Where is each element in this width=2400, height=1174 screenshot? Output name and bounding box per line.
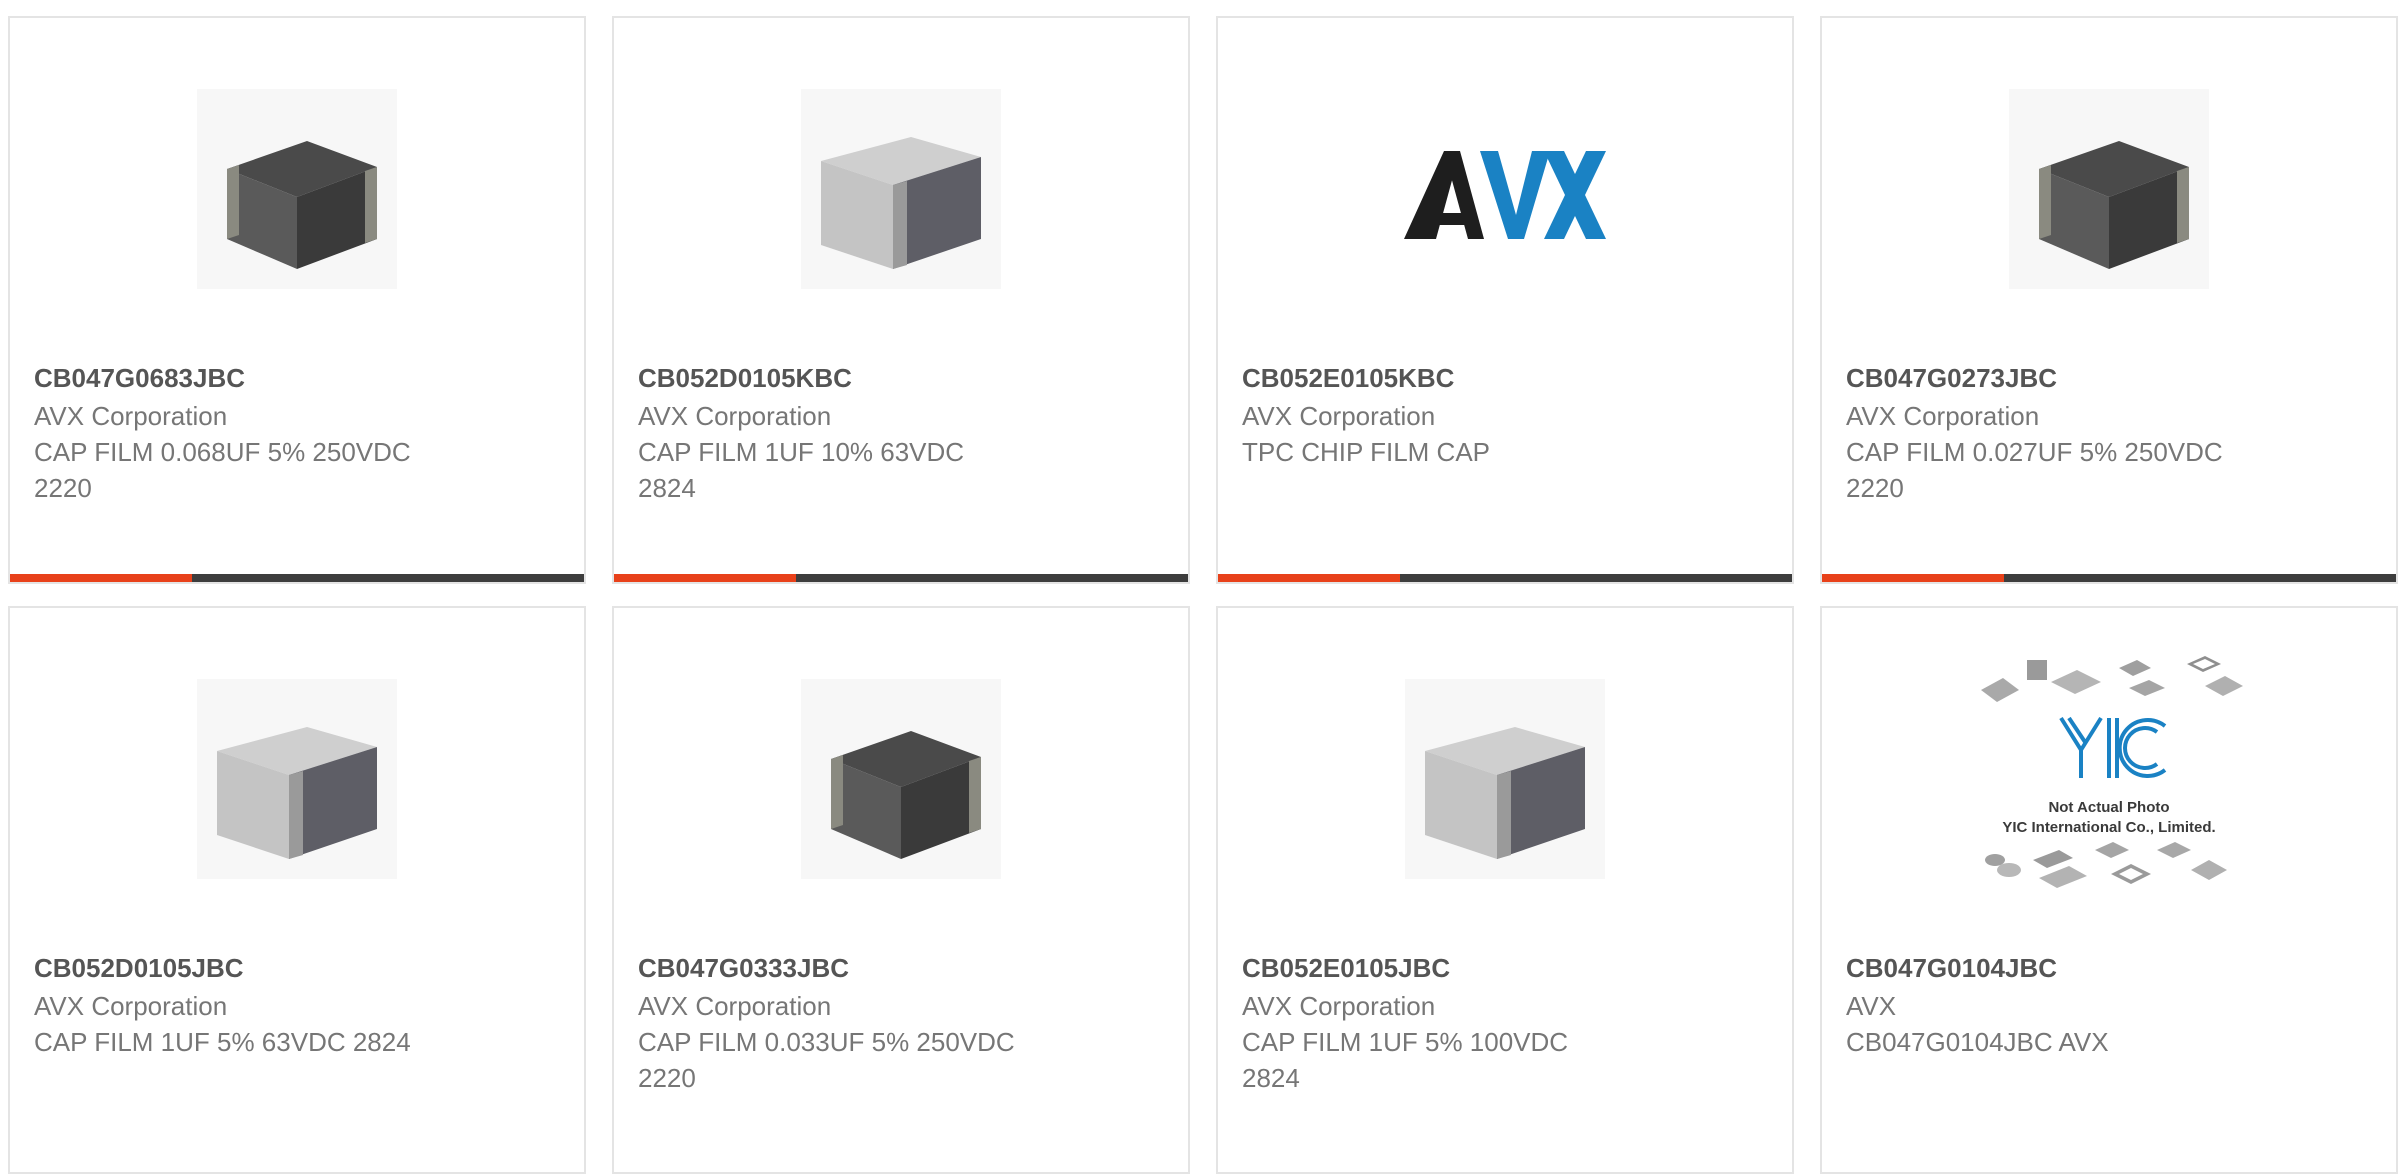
product-card[interactable]: CB052E0105KBC AVX Corporation TPC CHIP F… bbox=[1216, 16, 1794, 584]
product-image-dark-chip[interactable] bbox=[2004, 84, 2214, 294]
description-line: 2824 bbox=[1242, 1063, 1300, 1093]
product-image-dark-chip[interactable] bbox=[796, 674, 1006, 884]
manufacturer: AVX bbox=[1846, 991, 1897, 1021]
description-line: TPC CHIP FILM CAP bbox=[1242, 437, 1491, 467]
product-image-dark-chip[interactable] bbox=[192, 84, 402, 294]
description-line: CAP FILM 1UF 5% 100VDC bbox=[1242, 1027, 1569, 1057]
product-image-yic-placeholder[interactable]: Not Actual Photo YIC International Co., … bbox=[1969, 638, 2249, 898]
description-line: 2220 bbox=[1846, 473, 1904, 503]
part-number[interactable]: CB047G0273JBC bbox=[1846, 360, 2372, 396]
part-number[interactable]: CB052D0105JBC bbox=[34, 950, 560, 986]
product-card[interactable]: CB047G0683JBC AVX Corporation CAP FILM 0… bbox=[8, 16, 586, 584]
description-line: CAP FILM 0.027UF 5% 250VDC bbox=[1846, 437, 2223, 467]
product-card[interactable]: CB047G0273JBC AVX Corporation CAP FILM 0… bbox=[1820, 16, 2398, 584]
product-image-light-chip[interactable] bbox=[1400, 674, 1610, 884]
description-line: 2220 bbox=[34, 473, 92, 503]
description-line: 2220 bbox=[638, 1063, 696, 1093]
product-image-avx-logo[interactable] bbox=[1400, 84, 1610, 294]
part-number[interactable]: CB047G0104JBC bbox=[1846, 950, 2372, 986]
product-card[interactable]: CB047G0333JBC AVX Corporation CAP FILM 0… bbox=[612, 606, 1190, 1174]
card-bottom-bar bbox=[614, 574, 1188, 582]
card-bottom-bar bbox=[10, 574, 584, 582]
card-bottom-bar bbox=[1218, 574, 1792, 582]
card-accent-bar bbox=[614, 574, 796, 582]
part-number[interactable]: CB047G0333JBC bbox=[638, 950, 1164, 986]
part-number[interactable]: CB047G0683JBC bbox=[34, 360, 560, 396]
manufacturer: AVX Corporation bbox=[1242, 991, 1436, 1021]
description-line: CAP FILM 0.068UF 5% 250VDC bbox=[34, 437, 411, 467]
product-card[interactable]: CB052D0105KBC AVX Corporation CAP FILM 1… bbox=[612, 16, 1190, 584]
product-image-light-chip[interactable] bbox=[192, 674, 402, 884]
description-line: CAP FILM 1UF 10% 63VDC bbox=[638, 437, 965, 467]
manufacturer: AVX Corporation bbox=[1846, 401, 2040, 431]
card-accent-bar bbox=[1218, 574, 1400, 582]
product-card[interactable]: CB052D0105JBC AVX Corporation CAP FILM 1… bbox=[8, 606, 586, 1174]
card-bottom-bar bbox=[1822, 574, 2396, 582]
description-line: 2824 bbox=[638, 473, 696, 503]
product-grid: CB047G0683JBC AVX Corporation CAP FILM 0… bbox=[8, 16, 2398, 1174]
manufacturer: AVX Corporation bbox=[638, 991, 832, 1021]
part-number[interactable]: CB052E0105JBC bbox=[1242, 950, 1768, 986]
manufacturer: AVX Corporation bbox=[1242, 401, 1436, 431]
placeholder-caption-1: Not Actual Photo bbox=[2048, 799, 2169, 816]
product-image-light-chip[interactable] bbox=[796, 84, 1006, 294]
part-number[interactable]: CB052E0105KBC bbox=[1242, 360, 1768, 396]
product-card[interactable]: CB052E0105JBC AVX Corporation CAP FILM 1… bbox=[1216, 606, 1794, 1174]
description-line: CAP FILM 1UF 5% 63VDC 2824 bbox=[34, 1027, 411, 1057]
product-card[interactable]: Not Actual Photo YIC International Co., … bbox=[1820, 606, 2398, 1174]
manufacturer: AVX Corporation bbox=[34, 401, 228, 431]
placeholder-caption-2: YIC International Co., Limited. bbox=[2002, 819, 2215, 836]
part-number[interactable]: CB052D0105KBC bbox=[638, 360, 1164, 396]
manufacturer: AVX Corporation bbox=[638, 401, 832, 431]
card-accent-bar bbox=[1822, 574, 2004, 582]
description-line: CB047G0104JBC AVX bbox=[1846, 1027, 2109, 1057]
manufacturer: AVX Corporation bbox=[34, 991, 228, 1021]
description-line: CAP FILM 0.033UF 5% 250VDC bbox=[638, 1027, 1015, 1057]
card-accent-bar bbox=[10, 574, 192, 582]
